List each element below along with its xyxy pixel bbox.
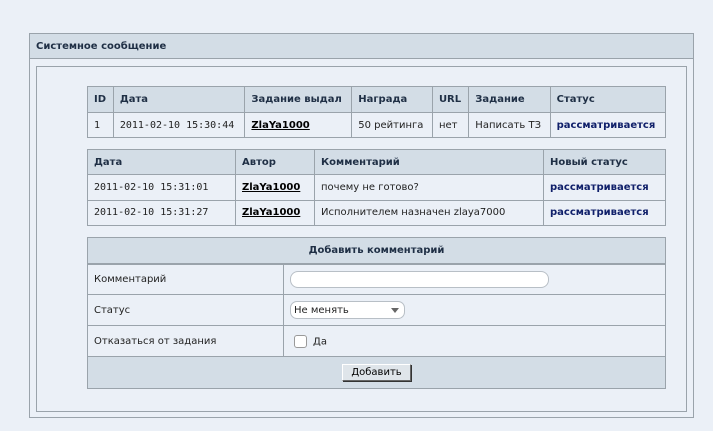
table-header-row: Дата Автор Комментарий Новый статус: [87, 149, 666, 175]
col-status: Статус: [549, 86, 667, 113]
issuer-link[interactable]: ZlaYa1000: [251, 120, 309, 131]
col-url: URL: [431, 86, 470, 113]
add-button[interactable]: Добавить: [342, 364, 411, 381]
comments-table: Дата Автор Комментарий Новый статус 2011…: [87, 149, 666, 226]
comment-status: рассматривается: [543, 199, 666, 226]
task-date: 2011-02-10 15:30:44: [112, 112, 246, 138]
comment-text: Исполнителем назначен zlaya7000: [314, 199, 544, 226]
refuse-option-label: Да: [313, 336, 327, 347]
task-name: Написать ТЗ: [468, 112, 551, 138]
comment-date: 2011-02-10 15:31:27: [87, 199, 236, 226]
task-table: ID Дата Задание выдал Награда URL Задани…: [87, 86, 667, 138]
refuse-label: Отказаться от задания: [87, 325, 284, 357]
col-comment: Комментарий: [314, 149, 544, 175]
comment-label: Комментарий: [87, 263, 284, 295]
author-link[interactable]: ZlaYa1000: [242, 182, 300, 193]
status-select-value: Не менять: [294, 304, 349, 316]
status-select[interactable]: Не менять: [290, 301, 405, 319]
comment-date: 2011-02-10 15:31:01: [87, 174, 236, 201]
task-id: 1: [87, 112, 114, 138]
task-reward: 50 рейтинга: [351, 112, 433, 138]
col-author: Автор: [235, 149, 315, 175]
status-label: Статус: [87, 294, 284, 326]
chevron-down-icon: [391, 307, 399, 313]
table-row: 1 2011-02-10 15:30:44 ZlaYa1000 50 рейти…: [87, 112, 667, 138]
col-issuer: Задание выдал: [244, 86, 353, 113]
refuse-checkbox[interactable]: [294, 334, 307, 348]
author-link[interactable]: ZlaYa1000: [242, 207, 300, 218]
col-id: ID: [87, 86, 114, 113]
table-row: 2011-02-10 15:31:27 ZlaYa1000 Исполнител…: [87, 199, 666, 226]
col-new-status: Новый статус: [543, 149, 666, 175]
col-date: Дата: [112, 86, 246, 113]
col-reward: Награда: [351, 86, 433, 113]
comment-input[interactable]: [290, 270, 549, 288]
panel-title: Системное сообщение: [30, 34, 693, 59]
task-status: рассматривается: [549, 112, 667, 138]
table-row: 2011-02-10 15:31:01 ZlaYa1000 почему не …: [87, 174, 666, 201]
col-date: Дата: [87, 149, 236, 175]
table-header-row: ID Дата Задание выдал Награда URL Задани…: [87, 86, 667, 113]
add-comment-form: Добавить комментарий Комментарий Статус …: [87, 237, 666, 389]
task-url: нет: [431, 112, 470, 138]
form-title: Добавить комментарий: [87, 237, 666, 265]
comment-text: почему не готово?: [314, 174, 544, 201]
comment-status: рассматривается: [543, 174, 666, 201]
col-task: Задание: [468, 86, 551, 113]
